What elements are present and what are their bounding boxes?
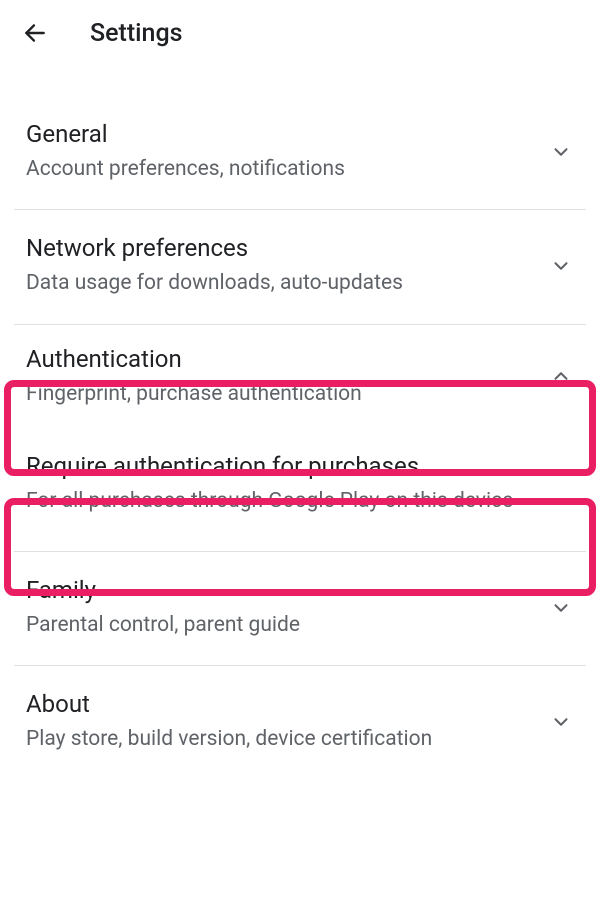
section-title: About [26,690,538,718]
chevron-down-icon [548,709,574,735]
section-subtitle: Account preferences, notifications [26,156,538,183]
page-title: Settings [90,19,183,48]
section-title: Family [26,576,538,604]
header: Settings [0,0,600,66]
chevron-down-icon [548,253,574,279]
back-arrow-icon[interactable] [20,18,50,48]
section-title: General [26,120,538,148]
section-network[interactable]: Network preferences Data usage for downl… [0,210,600,323]
section-require-auth[interactable]: Require authentication for purchases For… [0,430,600,541]
section-title: Require authentication for purchases [26,452,574,480]
section-general[interactable]: General Account preferences, notificatio… [0,96,600,209]
section-subtitle: Play store, build version, device certif… [26,726,538,753]
section-title: Network preferences [26,234,538,262]
section-subtitle: Parental control, parent guide [26,612,538,639]
section-family[interactable]: Family Parental control, parent guide [0,552,600,665]
chevron-down-icon [548,595,574,621]
chevron-down-icon [548,139,574,165]
section-subtitle: For all purchases through Google Play on… [26,488,574,515]
settings-list: General Account preferences, notificatio… [0,66,600,780]
chevron-up-icon [548,363,574,389]
section-subtitle: Data usage for downloads, auto-updates [26,270,538,297]
section-authentication[interactable]: Authentication Fingerprint, purchase aut… [0,325,600,430]
section-about[interactable]: About Play store, build version, device … [0,666,600,779]
section-subtitle: Fingerprint, purchase authentication [26,381,538,408]
section-title: Authentication [26,345,538,373]
